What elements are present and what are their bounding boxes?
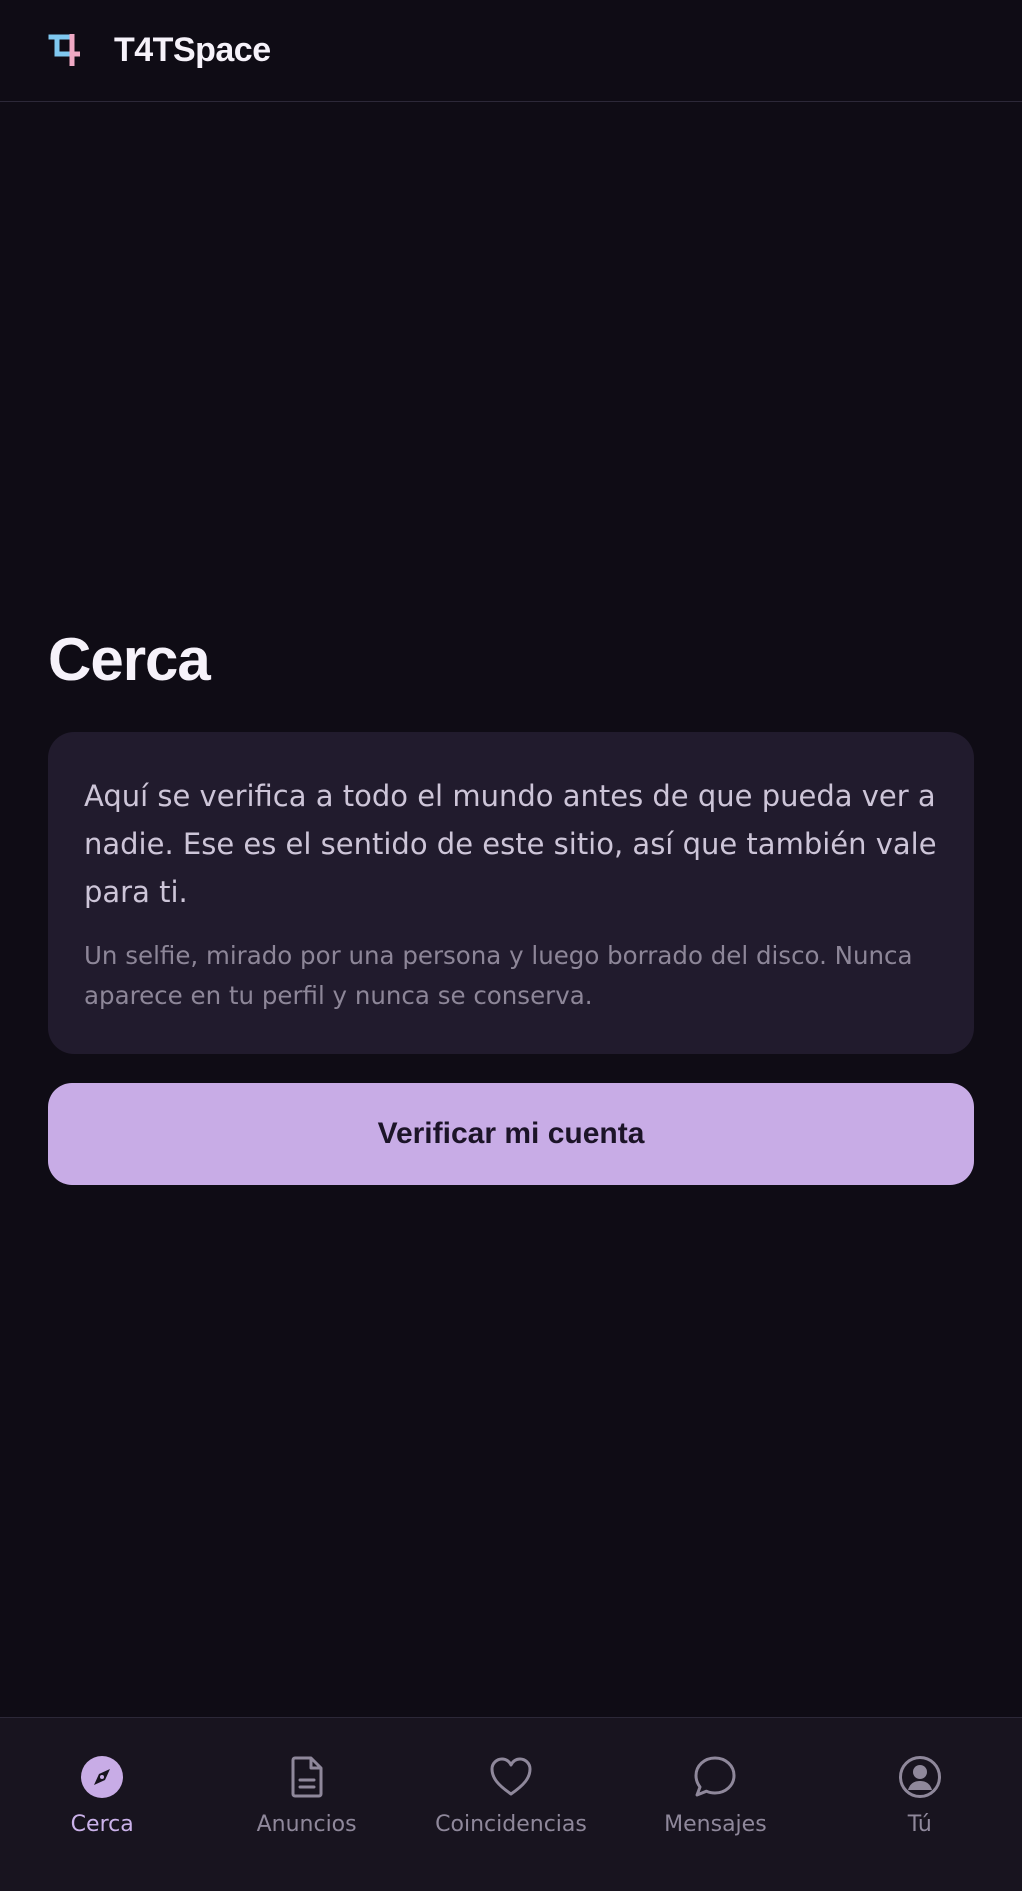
card-lead-text: Aquí se verifica a todo el mundo antes d…	[84, 779, 937, 909]
t4-logo-icon[interactable]	[48, 32, 86, 70]
main-content: Cerca Aquí se verifica a todo el mundo a…	[48, 630, 974, 1185]
app-header: T4TSpace	[0, 0, 1022, 102]
nav-label: Mensajes	[664, 1812, 767, 1837]
nav-label: Anuncios	[256, 1812, 357, 1837]
heart-icon	[490, 1757, 532, 1796]
nav-label: Cerca	[70, 1812, 134, 1837]
nav-label: Tú	[907, 1812, 932, 1837]
verification-info-card: Aquí se verifica a todo el mundo antes d…	[48, 732, 974, 1054]
brand-name[interactable]: T4TSpace	[114, 31, 271, 70]
user-circle-icon	[898, 1756, 941, 1798]
nav-label: Coincidencias	[435, 1812, 587, 1837]
verify-account-button[interactable]: Verificar mi cuenta	[48, 1083, 974, 1185]
chat-bubble-icon	[694, 1756, 736, 1797]
bottom-nav: Cerca Anuncios Coincidencias Mensajes Tú	[0, 1717, 1022, 1891]
app-root: T4TSpace Cerca Aquí se verifica a todo e…	[0, 0, 1022, 1891]
compass-icon	[81, 1756, 124, 1798]
nav-item-tu[interactable]: Tú	[818, 1718, 1022, 1891]
nav-item-mensajes[interactable]: Mensajes	[613, 1718, 817, 1891]
page-title: Cerca	[48, 626, 211, 693]
nav-item-anuncios[interactable]: Anuncios	[204, 1718, 408, 1891]
document-icon	[291, 1756, 323, 1798]
nav-item-cerca[interactable]: Cerca	[0, 1718, 204, 1891]
card-note-text: Un selfie, mirado por una persona y lueg…	[84, 941, 913, 1010]
nav-item-coincidencias[interactable]: Coincidencias	[409, 1718, 613, 1891]
